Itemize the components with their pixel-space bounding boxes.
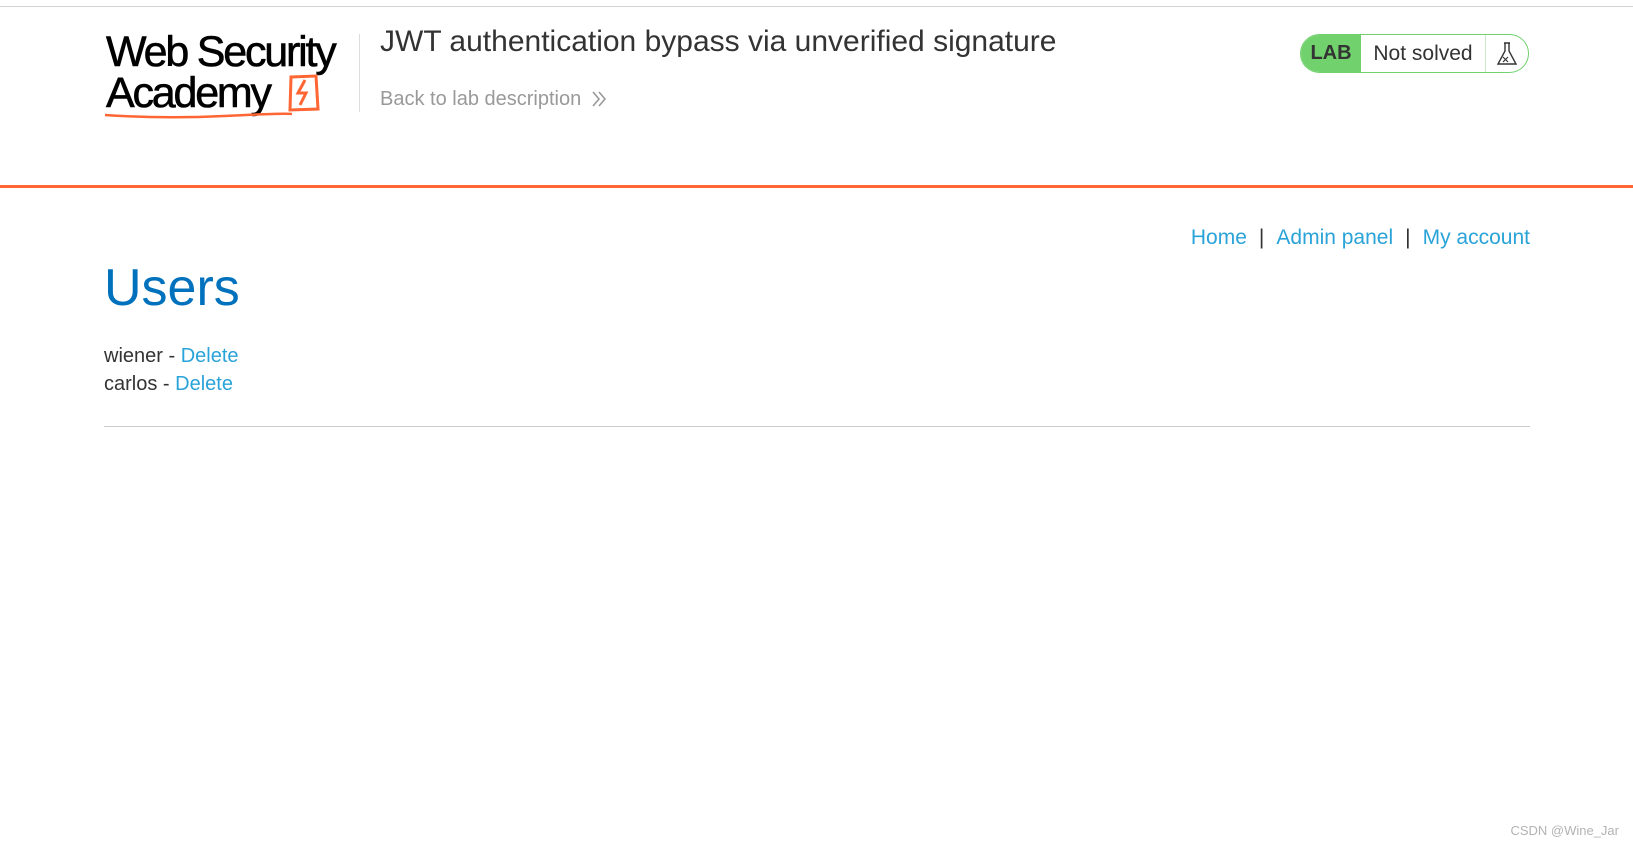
nav-separator: | xyxy=(1258,226,1265,249)
user-row: carlos - Delete xyxy=(104,370,239,398)
lab-title: JWT authentication bypass via unverified… xyxy=(380,25,1057,58)
logo-line2: Academy xyxy=(106,69,273,117)
page-title: Users xyxy=(104,259,240,317)
flask-icon xyxy=(1486,35,1528,72)
username: carlos xyxy=(104,373,158,395)
top-border xyxy=(0,6,1633,7)
lab-badge: LAB xyxy=(1301,35,1361,72)
nav-admin-panel-link[interactable]: Admin panel xyxy=(1276,226,1393,249)
logo-bolt-icon xyxy=(288,74,320,112)
username: wiener xyxy=(104,345,163,367)
delete-user-link[interactable]: Delete xyxy=(181,345,239,367)
web-security-academy-logo[interactable]: Web Security Academy xyxy=(104,30,344,122)
delete-user-link[interactable]: Delete xyxy=(175,373,233,395)
back-link-label: Back to lab description xyxy=(380,88,582,110)
user-dash: - xyxy=(168,345,176,367)
header-orange-rule xyxy=(0,185,1633,188)
header-divider xyxy=(359,34,360,112)
double-chevron-right-icon xyxy=(592,91,607,107)
lab-status-text: Not solved xyxy=(1361,35,1486,72)
content-divider xyxy=(104,426,1530,427)
lab-status-widget: LAB Not solved xyxy=(1300,34,1529,73)
user-row: wiener - Delete xyxy=(104,342,239,370)
nav-separator: | xyxy=(1405,226,1411,249)
watermark: CSDN @Wine_Jar xyxy=(1510,823,1619,838)
back-to-lab-description-link[interactable]: Back to lab description xyxy=(380,86,607,112)
user-dash: - xyxy=(162,373,170,395)
top-nav: Home | Admin panel | My account xyxy=(1191,225,1530,251)
nav-home-link[interactable]: Home xyxy=(1191,226,1247,249)
user-list: wiener - Delete carlos - Delete xyxy=(104,342,239,398)
logo-line1: Web Security xyxy=(106,28,337,76)
logo-underline xyxy=(104,112,293,119)
nav-my-account-link[interactable]: My account xyxy=(1423,226,1530,249)
